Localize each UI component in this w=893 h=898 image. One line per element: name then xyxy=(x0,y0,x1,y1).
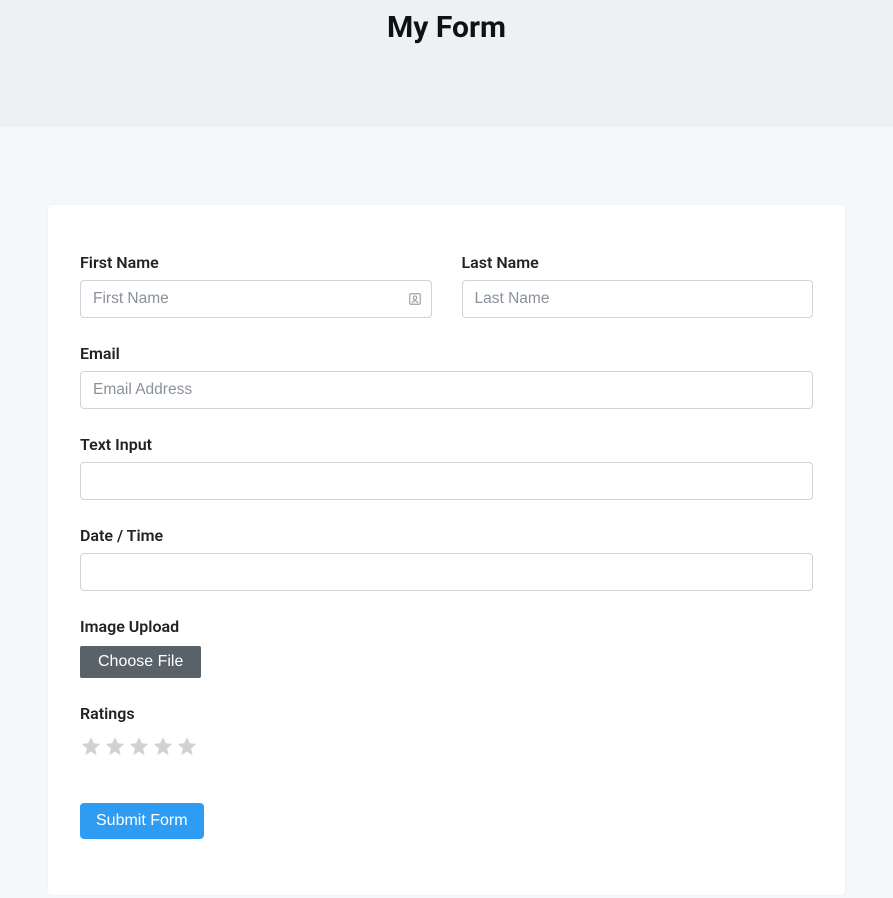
text-input-field[interactable] xyxy=(80,462,813,500)
date-time-input[interactable] xyxy=(80,553,813,591)
email-label: Email xyxy=(80,344,813,363)
form-card: First Name Last Name Email Text Input Da… xyxy=(48,205,845,895)
last-name-input[interactable] xyxy=(462,280,814,318)
star-icon[interactable] xyxy=(176,735,198,757)
star-icon[interactable] xyxy=(104,735,126,757)
email-input[interactable] xyxy=(80,371,813,409)
page-title: My Form xyxy=(0,10,893,45)
page-header: My Form xyxy=(0,0,893,127)
star-icon[interactable] xyxy=(80,735,102,757)
star-icon[interactable] xyxy=(152,735,174,757)
choose-file-button[interactable]: Choose File xyxy=(80,646,201,678)
image-upload-label: Image Upload xyxy=(80,617,813,636)
submit-button[interactable]: Submit Form xyxy=(80,803,204,839)
star-icon[interactable] xyxy=(128,735,150,757)
first-name-label: First Name xyxy=(80,253,432,272)
date-time-label: Date / Time xyxy=(80,526,813,545)
last-name-label: Last Name xyxy=(462,253,814,272)
text-input-label: Text Input xyxy=(80,435,813,454)
first-name-input[interactable] xyxy=(80,280,432,318)
ratings-label: Ratings xyxy=(80,704,813,723)
star-rating xyxy=(80,735,813,757)
